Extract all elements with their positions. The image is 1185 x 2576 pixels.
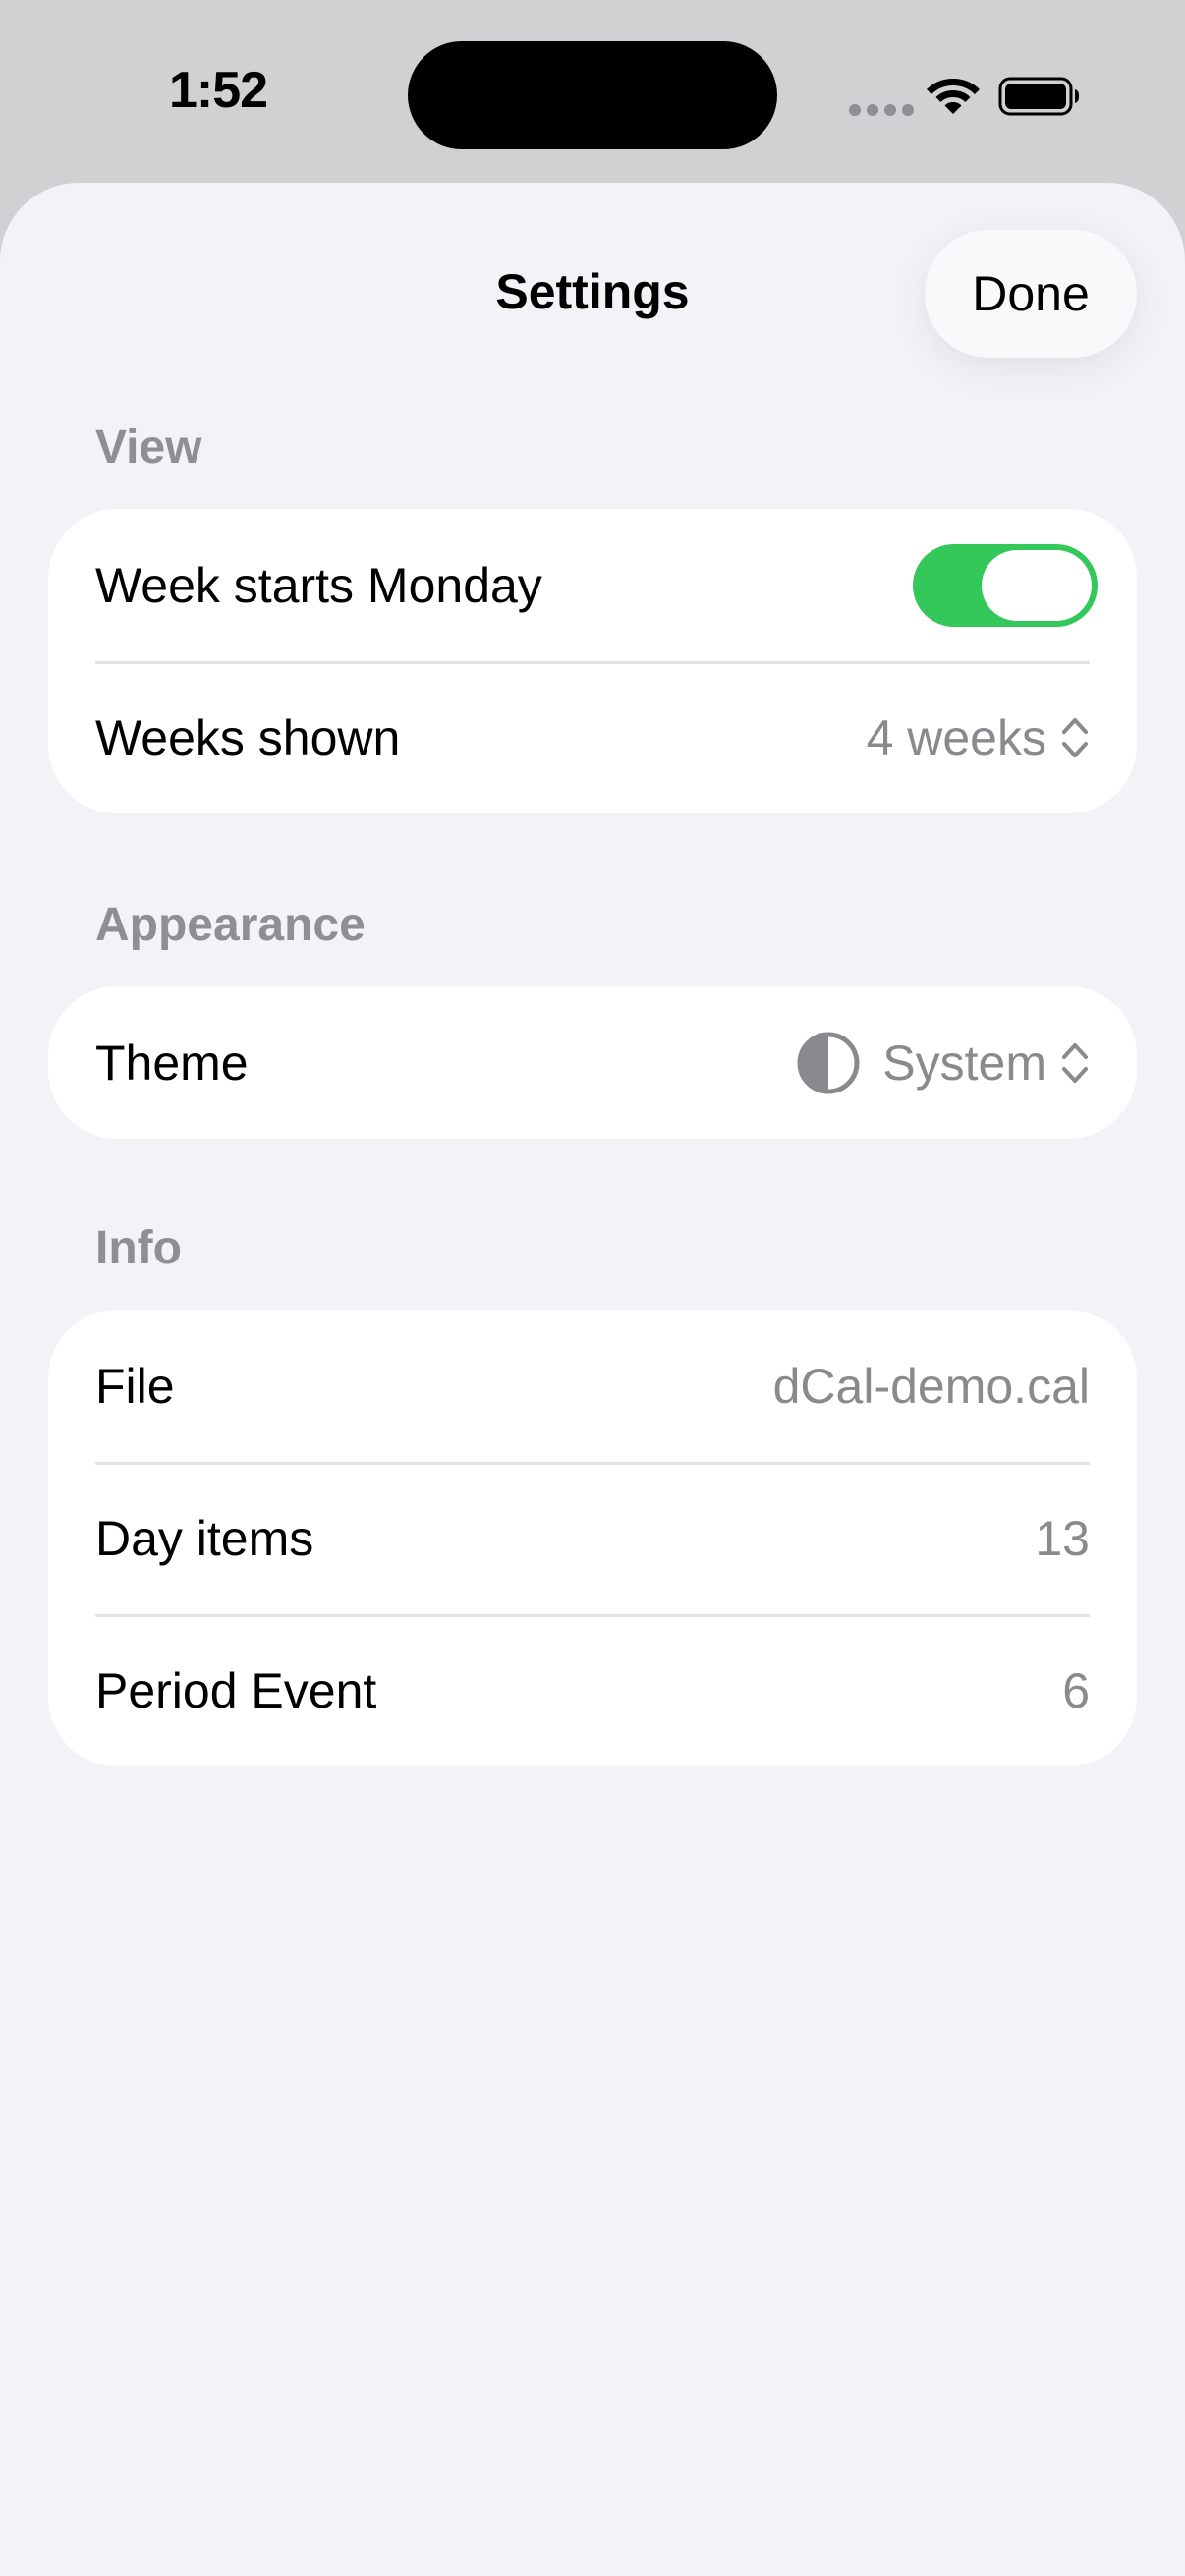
day-items-label: Day items	[95, 1510, 314, 1566]
day-items-value: 13	[1035, 1510, 1090, 1566]
weeks-shown-picker[interactable]: 4 weeks	[867, 709, 1090, 766]
week-starts-monday-row: Week starts Monday	[48, 509, 1137, 661]
file-row: File dCal-demo.cal	[48, 1310, 1137, 1462]
appearance-group: Theme System	[48, 986, 1137, 1139]
theme-label: Theme	[95, 1035, 249, 1091]
screen: 1:52 Settings Done View Week starts Mond…	[0, 0, 1185, 2576]
file-value: dCal-demo.cal	[772, 1358, 1090, 1414]
theme-picker[interactable]: System	[796, 1031, 1090, 1095]
file-label: File	[95, 1358, 175, 1414]
battery-icon	[998, 77, 1079, 116]
wifi-icon	[927, 79, 980, 114]
week-starts-monday-toggle[interactable]	[913, 543, 1098, 627]
done-button[interactable]: Done	[925, 230, 1137, 358]
weeks-shown-label: Weeks shown	[95, 709, 401, 765]
chevron-up-down-icon	[1062, 1042, 1088, 1083]
chevron-up-down-icon	[1062, 717, 1088, 757]
theme-row[interactable]: Theme System	[48, 986, 1137, 1139]
day-items-row: Day items 13	[48, 1462, 1137, 1614]
week-starts-monday-label: Week starts Monday	[95, 557, 542, 613]
section-header-view: View	[95, 421, 202, 474]
section-header-appearance: Appearance	[95, 899, 366, 951]
period-event-value: 6	[1062, 1662, 1090, 1718]
period-event-row: Period Event 6	[48, 1614, 1137, 1766]
half-circle-icon	[797, 1032, 860, 1093]
section-header-info: Info	[95, 1222, 182, 1274]
theme-value: System	[882, 1035, 1046, 1091]
toggle-knob	[982, 549, 1092, 621]
weeks-shown-row[interactable]: Weeks shown 4 weeks	[48, 661, 1137, 813]
view-group: Week starts Monday Weeks shown 4 weeks	[48, 509, 1137, 813]
status-time: 1:52	[169, 62, 268, 119]
weeks-shown-value: 4 weeks	[866, 709, 1046, 765]
cellular-signal-icon	[849, 104, 914, 116]
info-group: File dCal-demo.cal Day items 13 Period E…	[48, 1310, 1137, 1766]
period-event-label: Period Event	[95, 1662, 377, 1718]
dynamic-island	[408, 41, 777, 149]
